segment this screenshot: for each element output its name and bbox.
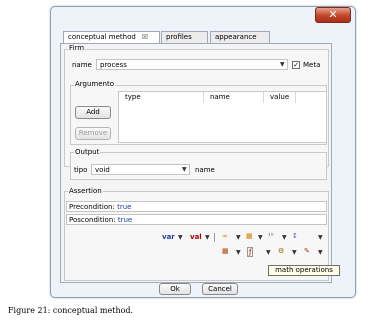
remove-button[interactable]: Remove (75, 127, 111, 140)
ok-button[interactable]: Ok (159, 283, 191, 295)
output-name-label: name (195, 166, 215, 174)
add-button[interactable]: Add (75, 106, 111, 119)
check-icon: ✓ (293, 61, 299, 69)
meta-label: Meta (303, 61, 321, 69)
precondition-field[interactable]: Precondition: true (66, 201, 327, 212)
meta-checkbox[interactable]: ✓ (292, 61, 300, 69)
chevron-down-icon[interactable]: ▼ (280, 61, 285, 68)
tab-label: conceptual method (68, 33, 136, 41)
poscondition-value: true (117, 216, 133, 224)
tipo-value: void (95, 166, 110, 174)
name-field[interactable]: process (96, 59, 288, 70)
chevron-down-icon[interactable]: ▼ (282, 234, 287, 241)
chevron-down-icon[interactable]: ▼ (318, 234, 323, 241)
tipo-field[interactable]: void (91, 164, 190, 175)
grid-icon[interactable]: ▦ (222, 247, 229, 255)
poscondition-field[interactable]: Poscondition: true (66, 214, 327, 225)
column-header-value[interactable]: value (264, 92, 296, 103)
argumento-table[interactable]: type name value (118, 91, 327, 143)
chevron-down-icon[interactable]: ▼ (266, 249, 271, 256)
column-header-name[interactable]: name (204, 92, 264, 103)
var-button[interactable]: var (162, 233, 175, 241)
poscondition-label: Poscondition: (69, 216, 116, 224)
column-header-type[interactable]: type (119, 92, 204, 103)
binary-icon[interactable]: ¹⁰ (268, 232, 274, 240)
close-tab-icon[interactable]: ☒ (142, 33, 148, 41)
argumento-legend: Argumento (74, 80, 116, 88)
tab-profiles[interactable]: profiles (161, 31, 208, 43)
tab-label: appearance (215, 33, 257, 41)
figure-caption: Figure 21: conceptual method. (8, 306, 134, 315)
separator (214, 233, 215, 242)
chevron-down-icon[interactable]: ▼ (205, 234, 210, 241)
edit-icon[interactable]: ✎ (304, 247, 310, 255)
tab-label: profiles (166, 33, 192, 41)
chevron-down-icon[interactable]: ▼ (318, 249, 323, 256)
tab-appearance[interactable]: appearance (210, 31, 270, 43)
close-button[interactable]: ✕ (315, 7, 351, 23)
cancel-button[interactable]: Cancel (202, 283, 238, 295)
chevron-down-icon[interactable]: ▼ (292, 249, 297, 256)
name-value: process (100, 61, 127, 69)
chevron-down-icon[interactable]: ▼ (236, 249, 241, 256)
assertion-legend: Assertion (68, 187, 103, 195)
tooltip: math operations (268, 265, 340, 276)
val-button[interactable]: val (190, 233, 202, 241)
precondition-value: true (117, 203, 132, 211)
tipo-label: tipo (74, 166, 88, 174)
chevron-down-icon[interactable]: ▼ (258, 234, 263, 241)
infinity-icon[interactable]: ∞ (222, 232, 228, 240)
output-legend: Output (74, 148, 101, 156)
chevron-down-icon[interactable]: ▼ (182, 166, 187, 173)
chevron-down-icon[interactable]: ▼ (236, 234, 241, 241)
table-icon[interactable]: ▦ (246, 232, 253, 240)
precondition-label: Precondition: (69, 203, 115, 211)
name-label: name (72, 61, 92, 69)
function-icon[interactable]: ƒ (247, 247, 254, 257)
chevron-down-icon[interactable]: ▼ (178, 234, 183, 241)
gear-icon[interactable]: ⚙ (278, 247, 284, 255)
sort-icon[interactable]: ↕ (292, 232, 298, 240)
firm-legend: Firm (68, 44, 86, 52)
